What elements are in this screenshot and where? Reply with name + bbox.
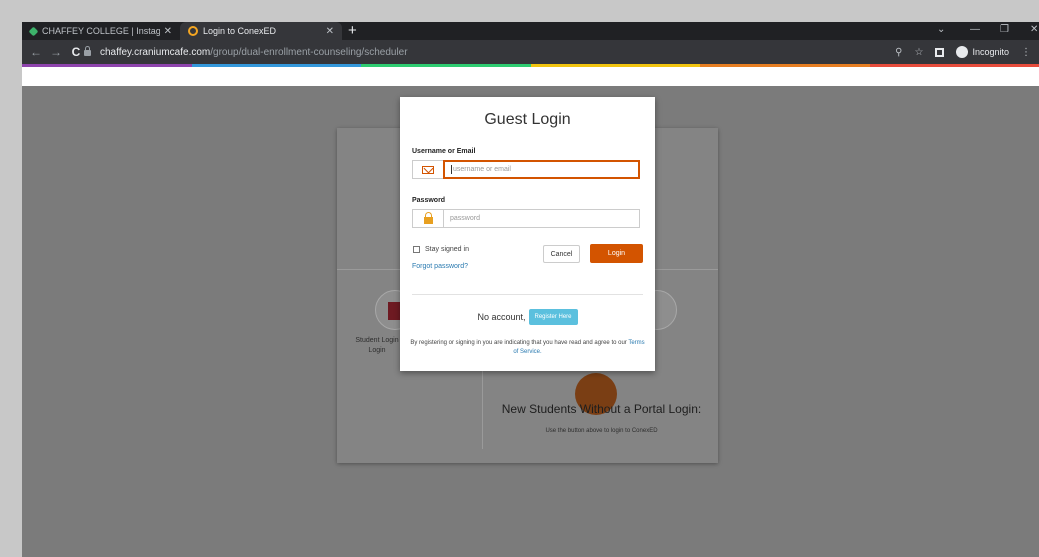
close-window-icon[interactable]: ✕ (1030, 24, 1038, 35)
rainbow-segment (22, 64, 192, 67)
url-path: /group/dual-enrollment-counseling/schedu… (210, 46, 408, 58)
rainbow-segment (869, 64, 1039, 67)
browser-toolbar: ← → C chaffey.craniumcafe.com/group/dual… (22, 40, 1039, 64)
toolbar-actions: ⚲ ☆ Incognito ⋮ (895, 43, 1031, 61)
tab-conexed-login[interactable]: Login to ConexED ✕ (180, 22, 342, 40)
incognito-indicator[interactable]: Incognito (956, 46, 1009, 58)
guest-login-modal: Guest Login Username or Email username o… (400, 97, 655, 371)
rainbow-segment (361, 64, 531, 67)
lock-icon[interactable] (84, 46, 91, 56)
instagram-favicon-icon (28, 26, 39, 36)
tab-title: Login to ConexED (203, 26, 277, 36)
new-students-subtext: Use the button above to login to ConexED (545, 428, 658, 434)
no-account-row: No account, Register Here (400, 309, 655, 325)
close-tab-icon[interactable]: ✕ (326, 26, 334, 37)
new-students-heading: New Students Without a Portal Login: (501, 402, 702, 416)
back-icon[interactable]: ← (30, 45, 42, 59)
username-input-group: username or email (412, 160, 640, 179)
stay-signed-in[interactable]: Stay signed in (413, 246, 469, 253)
password-label: Password (412, 197, 446, 204)
username-label: Username or Email (412, 148, 476, 155)
rainbow-segment (191, 64, 361, 67)
side-panel-icon[interactable] (935, 47, 945, 57)
close-tab-icon[interactable]: ✕ (164, 26, 172, 37)
loading-favicon-icon (188, 26, 198, 36)
password-input[interactable]: password (443, 209, 640, 228)
rainbow-segment (700, 64, 870, 67)
tab-strip: CHAFFEY COLLEGE | Instagram | ✕ Login to… (22, 22, 1039, 40)
address-bar[interactable]: chaffey.craniumcafe.com/group/dual-enrol… (84, 43, 474, 61)
tab-instagram[interactable]: CHAFFEY COLLEGE | Instagram | ✕ (22, 22, 180, 40)
cancel-button[interactable]: Cancel (543, 245, 580, 263)
tab-title: CHAFFEY COLLEGE | Instagram | (42, 26, 160, 36)
stay-signed-in-checkbox[interactable] (413, 246, 420, 253)
forward-icon[interactable]: → (50, 45, 62, 59)
new-tab-button[interactable]: + (348, 23, 357, 39)
rainbow-accent-bar (22, 64, 1039, 67)
padlock-icon (423, 212, 433, 224)
page-content: Student Login Login New Students Without… (22, 64, 1039, 557)
chevron-down-icon[interactable]: ⌄ (937, 24, 945, 35)
no-account-text: No account, (477, 312, 526, 322)
password-addon (412, 209, 443, 228)
browser-window: CHAFFEY COLLEGE | Instagram | ✕ Login to… (22, 22, 1039, 557)
terms-text: By registering or signing in you are ind… (410, 340, 627, 346)
terms-notice: By registering or signing in you are ind… (408, 339, 647, 357)
url-host: chaffey.craniumcafe.com (100, 46, 211, 58)
email-addon (412, 160, 443, 179)
forgot-password-link[interactable]: Forgot password? (412, 263, 468, 270)
reload-icon[interactable]: C (70, 45, 82, 59)
username-input[interactable]: username or email (443, 160, 640, 179)
zoom-icon[interactable]: ⚲ (895, 47, 902, 58)
incognito-label: Incognito (972, 47, 1009, 57)
modal-title: Guest Login (484, 111, 571, 128)
login-button[interactable]: Login (590, 244, 643, 263)
stay-signed-in-label: Stay signed in (425, 246, 469, 253)
register-button[interactable]: Register Here (528, 309, 578, 325)
bookmark-star-icon[interactable]: ☆ (915, 47, 924, 58)
envelope-icon (422, 165, 434, 174)
modal-separator (412, 294, 643, 295)
password-input-group: password (412, 209, 640, 228)
minimize-icon[interactable]: — (970, 24, 980, 35)
menu-kebab-icon[interactable]: ⋮ (1021, 47, 1031, 58)
maximize-icon[interactable]: ❐ (1000, 24, 1009, 35)
student-login-text: Student Login Login (355, 337, 399, 354)
rainbow-segment (530, 64, 700, 67)
incognito-avatar-icon (956, 46, 969, 58)
site-header (22, 64, 1039, 86)
